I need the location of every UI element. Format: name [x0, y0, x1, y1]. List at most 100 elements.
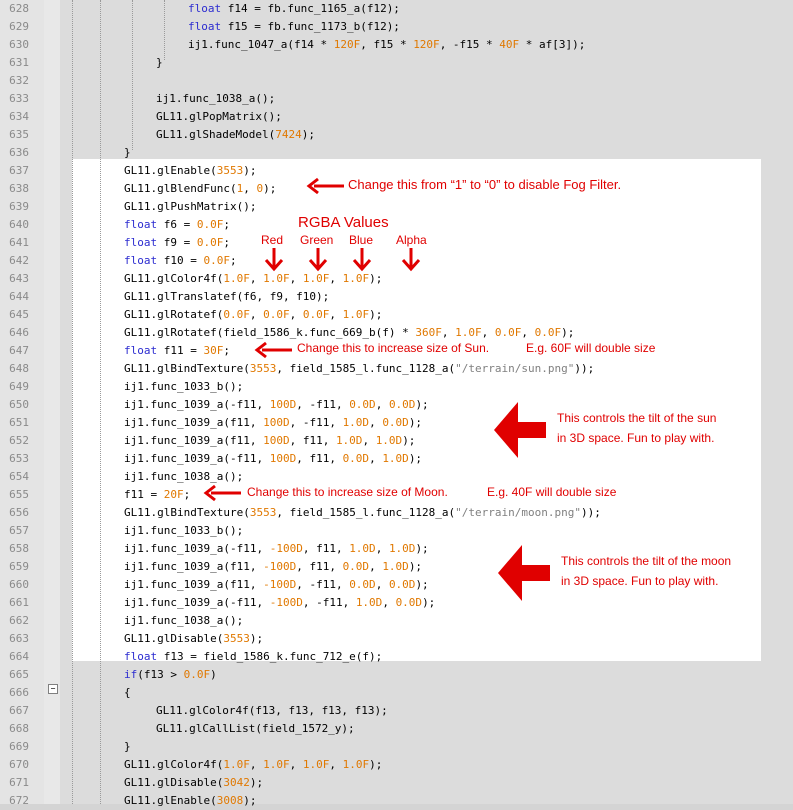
- code-token: ,: [289, 272, 303, 285]
- line-number: 649: [9, 380, 29, 393]
- line-number: 642: [9, 254, 29, 267]
- code-line[interactable]: ij1.func_1033_b();: [124, 378, 243, 396]
- indent-guide: [132, 0, 133, 150]
- rgba-blue-label: Blue: [349, 233, 374, 247]
- code-token: );: [243, 164, 257, 177]
- code-token: (f13 >: [137, 668, 184, 681]
- code-token: ,: [369, 560, 383, 573]
- code-token: , field_1585_l.func_1128_a(: [276, 506, 456, 519]
- line-number: 670: [9, 758, 29, 771]
- code-token: ,: [329, 308, 343, 321]
- code-token: , -f11,: [289, 416, 343, 429]
- code-line[interactable]: GL11.glPushMatrix();: [124, 198, 256, 216]
- code-line[interactable]: ij1.func_1039_a(f11, -100D, -f11, 0.0D, …: [124, 576, 429, 594]
- code-line[interactable]: ij1.func_1047_a(f14 * 120F, f15 * 120F, …: [188, 36, 585, 54]
- code-token: GL11.glBindTexture(: [124, 362, 250, 375]
- code-line[interactable]: GL11.glColor4f(1.0F, 1.0F, 1.0F, 1.0F);: [124, 756, 382, 774]
- code-token: ij1.func_1039_a(f11,: [124, 416, 264, 429]
- code-token: , -f11,: [296, 398, 350, 411]
- code-line[interactable]: ij1.func_1039_a(f11, 100D, -f11, 1.0D, 0…: [124, 414, 422, 432]
- number-token: 0.0F: [302, 308, 330, 321]
- number-token: 0.0F: [196, 236, 224, 249]
- line-number: 640: [9, 218, 29, 231]
- code-line[interactable]: f11 = 20F;: [124, 486, 190, 504]
- code-token: GL11.glColor4f(: [124, 758, 224, 771]
- code-line[interactable]: }: [156, 54, 163, 72]
- code-line[interactable]: float f11 = 30F;: [124, 342, 230, 360]
- arrow-down-icon: [308, 248, 328, 272]
- line-number: 638: [9, 182, 29, 195]
- code-line[interactable]: float f9 = 0.0F;: [124, 234, 230, 252]
- moon-tilt-note-line1: This controls the tilt of the moon: [561, 554, 732, 568]
- code-line[interactable]: GL11.glColor4f(f13, f13, f13, f13);: [156, 702, 388, 720]
- code-line[interactable]: ij1.func_1038_a();: [124, 612, 243, 630]
- code-line[interactable]: float f6 = 0.0F;: [124, 216, 230, 234]
- code-token: );: [402, 434, 416, 447]
- code-token: ): [210, 668, 217, 681]
- number-token: 360F: [415, 326, 442, 339]
- number-token: 1.0D: [375, 434, 403, 447]
- number-token: 30F: [203, 344, 224, 357]
- code-token: , -f11,: [296, 578, 350, 591]
- code-line[interactable]: GL11.glDisable(3042);: [124, 774, 263, 792]
- code-token: );: [249, 632, 264, 645]
- arrow-left-icon: [203, 484, 241, 502]
- code-line[interactable]: ij1.func_1038_a();: [156, 90, 275, 108]
- code-line[interactable]: GL11.glPopMatrix();: [156, 108, 282, 126]
- code-line[interactable]: GL11.glBindTexture(3553, field_1585_l.fu…: [124, 360, 594, 378]
- code-line[interactable]: {: [124, 684, 131, 702]
- code-line[interactable]: GL11.glRotatef(field_1586_k.func_669_b(f…: [124, 324, 574, 342]
- code-line[interactable]: GL11.glTranslatef(f6, f9, f10);: [124, 288, 329, 306]
- code-line[interactable]: if(f13 > 0.0F): [124, 666, 217, 684]
- code-token: ;: [223, 218, 230, 231]
- code-line[interactable]: GL11.glBindTexture(3553, field_1585_l.fu…: [124, 504, 601, 522]
- code-line[interactable]: GL11.glCallList(field_1572_y);: [156, 720, 355, 738]
- code-line[interactable]: ij1.func_1039_a(f11, 100D, f11, 1.0D, 1.…: [124, 432, 415, 450]
- line-number: 646: [9, 326, 29, 339]
- code-token: ij1.func_1039_a(f11,: [124, 560, 264, 573]
- indent-guide: [164, 0, 165, 60]
- code-line[interactable]: float f14 = fb.func_1165_a(f12);: [188, 0, 400, 18]
- line-number: 659: [9, 560, 29, 573]
- code-token: GL11.glPopMatrix();: [156, 110, 282, 123]
- code-line[interactable]: GL11.glBlendFunc(1, 0);: [124, 180, 276, 198]
- code-line[interactable]: GL11.glEnable(3553);: [124, 162, 256, 180]
- code-line[interactable]: GL11.glEnable(3008);: [124, 792, 256, 810]
- number-token: -100D: [263, 560, 297, 573]
- code-line[interactable]: ij1.func_1039_a(-f11, 100D, -f11, 0.0D, …: [124, 396, 429, 414]
- code-token: );: [408, 452, 423, 465]
- code-token: );: [422, 596, 436, 609]
- code-token: );: [561, 326, 575, 339]
- number-token: 0.0F: [196, 218, 224, 231]
- number-token: 0.0D: [388, 398, 416, 411]
- code-token: GL11.glRotatef(: [124, 308, 224, 321]
- number-token: 100D: [263, 416, 290, 429]
- code-line[interactable]: ij1.func_1039_a(f11, -100D, f11, 0.0D, 1…: [124, 558, 422, 576]
- code-line[interactable]: ij1.func_1039_a(-f11, 100D, f11, 0.0D, 1…: [124, 450, 422, 468]
- code-line[interactable]: ij1.func_1033_b();: [124, 522, 243, 540]
- code-line[interactable]: ij1.func_1039_a(-f11, -100D, f11, 1.0D, …: [124, 540, 429, 558]
- code-token: , field_1585_l.func_1128_a(: [276, 362, 456, 375]
- code-line[interactable]: GL11.glShadeModel(7424);: [156, 126, 315, 144]
- code-line[interactable]: float f15 = fb.func_1173_b(f12);: [188, 18, 400, 36]
- code-line[interactable]: float f10 = 0.0F;: [124, 252, 237, 270]
- code-line[interactable]: ij1.func_1039_a(-f11, -100D, -f11, 1.0D,…: [124, 594, 435, 612]
- code-line[interactable]: }: [124, 738, 131, 756]
- line-number: 654: [9, 470, 29, 483]
- code-line[interactable]: float f13 = field_1586_k.func_712_e(f);: [124, 648, 382, 666]
- code-line[interactable]: }: [124, 144, 131, 162]
- number-token: 0.0F: [183, 668, 211, 681]
- code-line[interactable]: GL11.glRotatef(0.0F, 0.0F, 0.0F, 1.0F);: [124, 306, 382, 324]
- code-token: GL11.glPushMatrix();: [124, 200, 257, 213]
- indent-guide: [72, 0, 73, 804]
- code-token: f9 =: [157, 236, 197, 249]
- number-token: 7424: [275, 128, 302, 141]
- code-line[interactable]: GL11.glDisable(3553);: [124, 630, 263, 648]
- code-token: ij1.func_1038_a();: [124, 614, 244, 627]
- code-line[interactable]: GL11.glColor4f(1.0F, 1.0F, 1.0F, 1.0F);: [124, 270, 382, 288]
- code-token: );: [415, 542, 429, 555]
- code-token: );: [415, 398, 429, 411]
- number-token: 0.0D: [349, 398, 376, 411]
- fold-toggle-icon[interactable]: −: [48, 684, 58, 694]
- line-number: 630: [9, 38, 29, 51]
